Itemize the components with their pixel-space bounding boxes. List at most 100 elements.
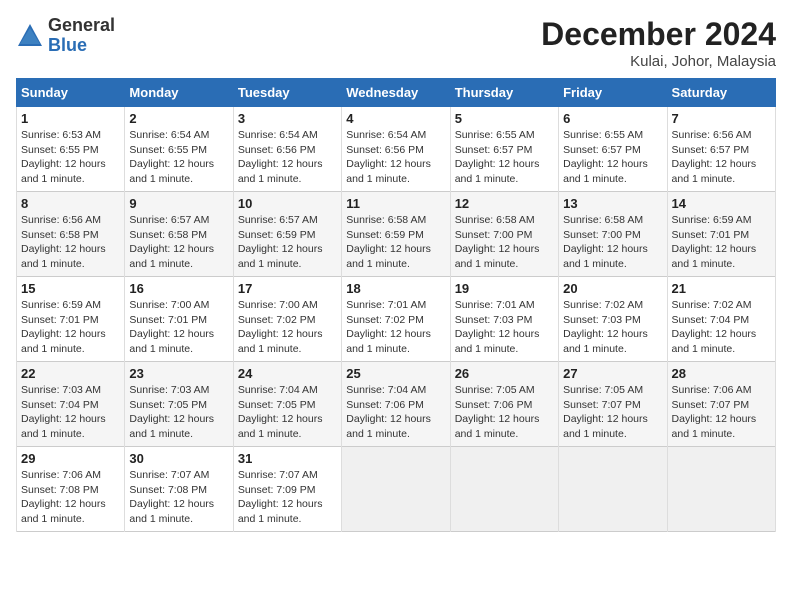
calendar-cell: 5Sunrise: 6:55 AMSunset: 6:57 PMDaylight… [450,107,558,192]
calendar-cell: 23Sunrise: 7:03 AMSunset: 7:05 PMDayligh… [125,362,233,447]
weekday-header-wednesday: Wednesday [342,79,450,107]
day-number: 11 [346,196,445,211]
day-info: Sunrise: 6:55 AMSunset: 6:57 PMDaylight:… [455,129,540,185]
day-number: 29 [21,451,120,466]
day-info: Sunrise: 7:05 AMSunset: 7:06 PMDaylight:… [455,384,540,440]
day-number: 17 [238,281,337,296]
calendar-row-1: 8 Sunrise: 6:56 AMSunset: 6:58 PMDaylight… [17,192,776,277]
day-number: 19 [455,281,554,296]
day-info: Sunrise: 6:58 AMSunset: 7:00 PMDaylight:… [455,214,540,270]
day-number: 22 [21,366,120,381]
calendar-cell [450,447,558,532]
day-number: 21 [672,281,771,296]
calendar-cell: 2Sunrise: 6:54 AMSunset: 6:55 PMDaylight… [125,107,233,192]
calendar-row-3: 22 Sunrise: 7:03 AMSunset: 7:04 PMDayligh… [17,362,776,447]
weekday-header-thursday: Thursday [450,79,558,107]
title-block: December 2024 Kulai, Johor, Malaysia [541,16,776,70]
calendar-cell: 10Sunrise: 6:57 AMSunset: 6:59 PMDayligh… [233,192,341,277]
day-number: 7 [672,111,771,126]
logo-general-text: General [48,15,115,35]
day-number: 14 [672,196,771,211]
day-info: Sunrise: 6:58 AMSunset: 6:59 PMDaylight:… [346,214,431,270]
calendar-cell: 26 Sunrise: 7:05 AMSunset: 7:06 PMDayligh… [450,362,558,447]
day-number: 24 [238,366,337,381]
calendar-cell: 19 Sunrise: 7:01 AMSunset: 7:03 PMDayligh… [450,277,558,362]
calendar-cell: 7 Sunrise: 6:56 AMSunset: 6:57 PMDaylight… [667,107,775,192]
day-number: 13 [563,196,662,211]
day-info: Sunrise: 6:56 AMSunset: 6:57 PMDaylight:… [672,129,757,185]
calendar-cell: 29 Sunrise: 7:06 AMSunset: 7:08 PMDayligh… [17,447,125,532]
day-number: 25 [346,366,445,381]
day-info: Sunrise: 7:02 AMSunset: 7:03 PMDaylight:… [563,299,648,355]
calendar-cell [667,447,775,532]
calendar-cell: 16 Sunrise: 7:00 AMSunset: 7:01 PMDayligh… [125,277,233,362]
day-info: Sunrise: 7:03 AMSunset: 7:04 PMDaylight:… [21,384,106,440]
calendar-cell: 25 Sunrise: 7:04 AMSunset: 7:06 PMDayligh… [342,362,450,447]
calendar-cell: 14 Sunrise: 6:59 AMSunset: 7:01 PMDayligh… [667,192,775,277]
logo-blue-text: Blue [48,35,87,55]
day-number: 16 [129,281,228,296]
calendar-cell: 4 Sunrise: 6:54 AMSunset: 6:56 PMDaylight… [342,107,450,192]
logo-icon [16,22,44,50]
day-info: Sunrise: 6:57 AMSunset: 6:59 PMDaylight:… [238,214,323,270]
day-info: Sunrise: 7:04 AMSunset: 7:06 PMDaylight:… [346,384,431,440]
day-info: Sunrise: 6:59 AMSunset: 7:01 PMDaylight:… [21,299,106,355]
day-info: Sunrise: 7:07 AMSunset: 7:09 PMDaylight:… [238,469,323,525]
month-title: December 2024 [541,16,776,53]
day-info: Sunrise: 6:58 AMSunset: 7:00 PMDaylight:… [563,214,648,270]
day-number: 3 [238,111,337,126]
day-info: Sunrise: 7:05 AMSunset: 7:07 PMDaylight:… [563,384,648,440]
day-number: 30 [129,451,228,466]
day-number: 1 [21,111,120,126]
day-info: Sunrise: 7:02 AMSunset: 7:04 PMDaylight:… [672,299,757,355]
day-info: Sunrise: 7:01 AMSunset: 7:03 PMDaylight:… [455,299,540,355]
day-info: Sunrise: 6:57 AMSunset: 6:58 PMDaylight:… [129,214,214,270]
calendar-cell: 8 Sunrise: 6:56 AMSunset: 6:58 PMDaylight… [17,192,125,277]
day-info: Sunrise: 6:55 AMSunset: 6:57 PMDaylight:… [563,129,648,185]
weekday-header-sunday: Sunday [17,79,125,107]
calendar-row-0: 1 Sunrise: 6:53 AMSunset: 6:55 PMDaylight… [17,107,776,192]
day-number: 18 [346,281,445,296]
day-info: Sunrise: 6:54 AMSunset: 6:56 PMDaylight:… [346,129,431,185]
day-number: 26 [455,366,554,381]
day-number: 27 [563,366,662,381]
day-info: Sunrise: 7:00 AMSunset: 7:01 PMDaylight:… [129,299,214,355]
day-number: 4 [346,111,445,126]
calendar-cell: 27 Sunrise: 7:05 AMSunset: 7:07 PMDayligh… [559,362,667,447]
day-info: Sunrise: 7:06 AMSunset: 7:08 PMDaylight:… [21,469,106,525]
day-info: Sunrise: 7:07 AMSunset: 7:08 PMDaylight:… [129,469,214,525]
calendar-cell: 13 Sunrise: 6:58 AMSunset: 7:00 PMDayligh… [559,192,667,277]
calendar-cell: 15 Sunrise: 6:59 AMSunset: 7:01 PMDayligh… [17,277,125,362]
calendar-row-2: 15 Sunrise: 6:59 AMSunset: 7:01 PMDayligh… [17,277,776,362]
calendar-cell: 21 Sunrise: 7:02 AMSunset: 7:04 PMDayligh… [667,277,775,362]
calendar-cell: 3 Sunrise: 6:54 AMSunset: 6:56 PMDaylight… [233,107,341,192]
weekday-header-saturday: Saturday [667,79,775,107]
calendar-cell: 20 Sunrise: 7:02 AMSunset: 7:03 PMDayligh… [559,277,667,362]
weekday-header-row: SundayMondayTuesdayWednesdayThursdayFrid… [17,79,776,107]
weekday-header-tuesday: Tuesday [233,79,341,107]
calendar-cell: 24 Sunrise: 7:04 AMSunset: 7:05 PMDayligh… [233,362,341,447]
day-info: Sunrise: 7:00 AMSunset: 7:02 PMDaylight:… [238,299,323,355]
day-info: Sunrise: 6:54 AMSunset: 6:56 PMDaylight:… [238,129,323,185]
calendar-cell: 6 Sunrise: 6:55 AMSunset: 6:57 PMDaylight… [559,107,667,192]
day-number: 20 [563,281,662,296]
day-number: 15 [21,281,120,296]
day-number: 12 [455,196,554,211]
day-info: Sunrise: 7:04 AMSunset: 7:05 PMDaylight:… [238,384,323,440]
weekday-header-friday: Friday [559,79,667,107]
logo: General Blue [16,16,115,56]
calendar-cell: 31Sunrise: 7:07 AMSunset: 7:09 PMDayligh… [233,447,341,532]
calendar-cell: 30 Sunrise: 7:07 AMSunset: 7:08 PMDayligh… [125,447,233,532]
calendar-cell: 18Sunrise: 7:01 AMSunset: 7:02 PMDayligh… [342,277,450,362]
day-number: 6 [563,111,662,126]
calendar-cell: 9Sunrise: 6:57 AMSunset: 6:58 PMDaylight… [125,192,233,277]
page-header: General Blue December 2024 Kulai, Johor,… [16,16,776,70]
calendar-cell: 22 Sunrise: 7:03 AMSunset: 7:04 PMDayligh… [17,362,125,447]
day-info: Sunrise: 6:56 AMSunset: 6:58 PMDaylight:… [21,214,106,270]
day-number: 23 [129,366,228,381]
day-info: Sunrise: 6:53 AMSunset: 6:55 PMDaylight:… [21,129,106,185]
day-number: 2 [129,111,228,126]
day-info: Sunrise: 6:59 AMSunset: 7:01 PMDaylight:… [672,214,757,270]
calendar-cell: 28Sunrise: 7:06 AMSunset: 7:07 PMDayligh… [667,362,775,447]
day-number: 8 [21,196,120,211]
